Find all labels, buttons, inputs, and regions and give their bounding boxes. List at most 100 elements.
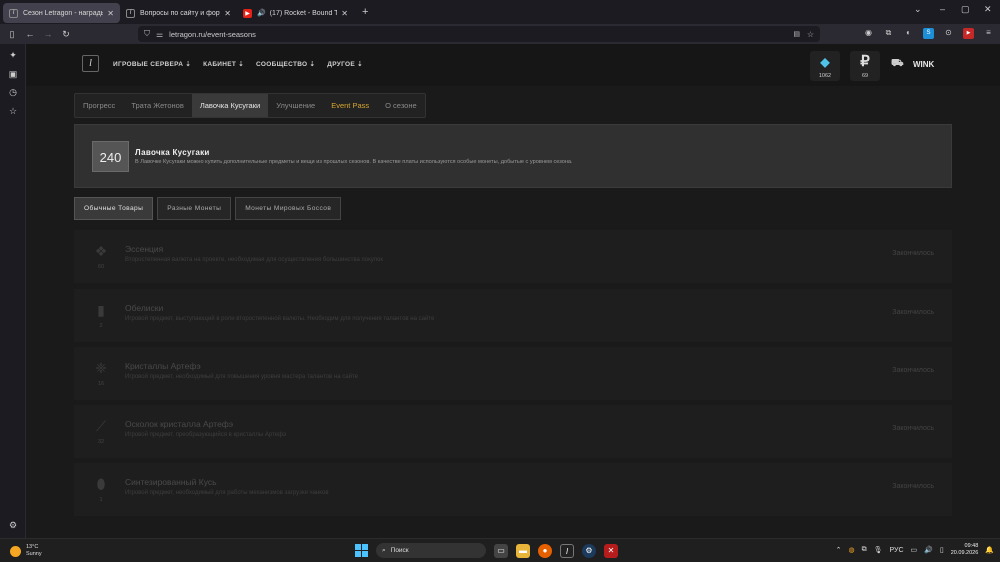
essence-value: 1062 <box>818 73 832 79</box>
item-name: Осколок кристалла Артефэ <box>125 419 234 429</box>
network-icon[interactable]: ▭ <box>911 546 918 554</box>
item-status: Закончилось <box>892 309 934 316</box>
category-misc-coins[interactable]: Разные Монеты <box>157 197 232 220</box>
tab-kusugaki-shop[interactable]: Лавочка Кусугаки <box>191 94 269 117</box>
taskbar-search[interactable]: ⌕ Поиск <box>376 543 486 558</box>
main-nav: ИГРОВЫЕ СЕРВЕРА ⇣ КАБИНЕТ ⇣ СООБЩЕСТВО ⇣… <box>113 60 363 68</box>
maximize-icon[interactable]: ▢ <box>961 4 970 15</box>
synced-tabs-icon[interactable]: ▣ <box>8 69 18 80</box>
firefox-icon[interactable]: ● <box>538 543 552 558</box>
extension-1-icon[interactable]: ◐ <box>903 28 914 39</box>
volume-icon[interactable]: 🔊 <box>924 546 933 554</box>
microphone-icon[interactable]: 🎙 <box>874 546 883 554</box>
item-status: Закончилось <box>892 250 934 257</box>
item-name: Кристаллы Артефэ <box>125 361 201 371</box>
tab-strip: l Сезон Letragon - награды за а ✕ l Вопр… <box>0 0 1000 24</box>
crystals-item-icon: ❈ <box>95 360 107 376</box>
essence-balance[interactable]: ◆ 1062 <box>810 51 840 81</box>
extension-2-icon[interactable]: S <box>923 28 934 39</box>
item-description: Игровой предмет, выступающий в роли втор… <box>125 316 435 322</box>
nav-other[interactable]: ДРУГОЕ ⇣ <box>327 60 363 68</box>
tab-youtube[interactable]: ▶ 🔊 (17) Rocket - Bound Thug ( ✕ <box>237 3 354 23</box>
language-indicator[interactable]: РУС <box>890 547 904 554</box>
tab-token-spending[interactable]: Трата Жетонов <box>123 94 192 117</box>
item-name: Синтезированный Кусь <box>125 477 217 487</box>
letragon-launcher-icon[interactable]: l <box>560 543 574 558</box>
tab-about-season[interactable]: О сезоне <box>377 94 425 117</box>
category-world-boss-coins[interactable]: Монеты Мировых Боссов <box>235 197 342 220</box>
settings-gear-icon[interactable]: ⚙ <box>8 520 18 531</box>
clock-date: 20.09.2026 <box>950 550 979 556</box>
close-window-icon[interactable]: ✕ <box>984 4 992 15</box>
windows-taskbar: 13°C Sunny ⌕ Поиск ▭ ▬ ● l ⚙ ✕ ⌃ ◍ ⧉ 🎙 Р… <box>0 538 1000 562</box>
minimize-icon[interactable]: – <box>940 4 945 14</box>
steam-icon[interactable]: ⚙ <box>582 543 596 558</box>
dota-icon[interactable]: ✕ <box>604 543 618 558</box>
nav-community[interactable]: СООБЩЕСТВО ⇣ <box>256 60 315 68</box>
speaker-icon[interactable]: 🔊 <box>257 9 266 17</box>
site-logo[interactable]: l <box>82 55 99 72</box>
user-menu[interactable]: ⛟ WINK <box>891 58 934 70</box>
tray-app-2-icon[interactable]: ⧉ <box>862 546 867 554</box>
tab-title: Вопросы по сайту и форуму - <box>140 9 220 17</box>
item-quantity: 60 <box>97 264 105 270</box>
close-tab-icon[interactable]: ✕ <box>107 9 114 18</box>
task-view-icon[interactable]: ▭ <box>494 543 508 558</box>
reader-view-icon[interactable]: ▤ <box>793 30 800 38</box>
clock[interactable]: 09:48 20.09.2026 <box>951 543 979 557</box>
shop-item: ⟋ 32 Осколок кристалла Артефэ Игровой пр… <box>74 405 952 458</box>
category-regular-goods[interactable]: Обычные Товары <box>74 197 154 220</box>
tray-overflow-icon[interactable]: ⌃ <box>836 546 842 554</box>
ruble-balance[interactable]: ₽ 69 <box>850 51 880 81</box>
bookmark-star-icon[interactable]: ☆ <box>807 30 814 39</box>
toolbar-icons: ◉ ⧉ ◐ S ⊙ ▶ ≡ <box>863 28 994 39</box>
letragon-favicon-icon: l <box>9 8 18 18</box>
sidebar-toggle-icon[interactable]: ▯ <box>3 29 21 40</box>
item-name: Эссенция <box>125 244 164 254</box>
file-explorer-icon[interactable]: ▬ <box>516 543 530 558</box>
notifications-icon[interactable]: 🔔 <box>985 546 994 554</box>
web-page: l ИГРОВЫЕ СЕРВЕРА ⇣ КАБИНЕТ ⇣ СООБЩЕСТВО… <box>26 44 1000 538</box>
close-tab-icon[interactable]: ✕ <box>341 9 348 18</box>
youtube-favicon-icon: ▶ <box>243 8 252 18</box>
close-tab-icon[interactable]: ✕ <box>224 9 231 18</box>
account-icon[interactable]: ◉ <box>863 28 874 39</box>
permissions-icon[interactable]: ⚌ <box>156 30 163 39</box>
new-tab-button[interactable]: + <box>362 6 368 18</box>
extensions-icon[interactable]: ⧉ <box>883 28 894 39</box>
bookmarks-icon[interactable]: ☆ <box>8 106 18 117</box>
item-description: Игровой предмет, необходимый для повышен… <box>125 374 358 380</box>
forward-icon[interactable]: → <box>39 29 57 39</box>
weather-widget[interactable]: 13°C Sunny <box>10 544 42 558</box>
back-icon[interactable]: ← <box>21 29 39 39</box>
tab-letragon-season[interactable]: l Сезон Letragon - награды за а ✕ <box>3 3 120 23</box>
item-description: Игровой предмет, преобразующийся в крист… <box>125 432 287 438</box>
start-button[interactable] <box>355 544 368 557</box>
season-tabs: Прогресс Трата Жетонов Лавочка Кусугаки … <box>74 93 426 118</box>
reload-icon[interactable]: ↻ <box>57 29 75 40</box>
item-quantity: 32 <box>97 439 105 445</box>
tab-progress[interactable]: Прогресс <box>75 94 123 117</box>
battery-icon[interactable]: ▯ <box>940 546 944 554</box>
essence-item-icon: ❖ <box>94 243 108 259</box>
ai-chat-icon[interactable]: ✦ <box>8 50 18 61</box>
nav-cabinet[interactable]: КАБИНЕТ ⇣ <box>203 60 244 68</box>
tab-forum-questions[interactable]: l Вопросы по сайту и форуму - ✕ <box>120 3 237 23</box>
nav-game-servers[interactable]: ИГРОВЫЕ СЕРВЕРА ⇣ <box>113 60 191 68</box>
tray-app-icon[interactable]: ◍ <box>849 546 855 554</box>
menu-icon[interactable]: ≡ <box>983 28 994 39</box>
shield-icon[interactable]: ⛉ <box>144 29 150 39</box>
shop-info-card: 240 Лавочка Кусугаки В Лавочке Кусугаки … <box>74 124 952 188</box>
extension-4-icon[interactable]: ▶ <box>963 28 974 39</box>
clock-time: 09:48 <box>964 543 979 549</box>
crystal-shard-item-icon: ⟋ <box>96 418 106 434</box>
list-tabs-icon[interactable]: ⌄ <box>914 4 922 15</box>
tab-event-pass[interactable]: Event Pass <box>323 94 377 117</box>
url-bar[interactable]: ⛉ ⚌ letragon.ru/event-seasons ☆ ▤ <box>138 26 820 42</box>
history-icon[interactable]: ◷ <box>8 87 18 98</box>
sun-icon <box>10 545 21 557</box>
tab-upgrade[interactable]: Улучшение <box>268 94 323 117</box>
extension-3-icon[interactable]: ⊙ <box>943 28 954 39</box>
search-icon: ⌕ <box>382 546 386 554</box>
url-text[interactable]: letragon.ru/event-seasons <box>169 30 256 39</box>
